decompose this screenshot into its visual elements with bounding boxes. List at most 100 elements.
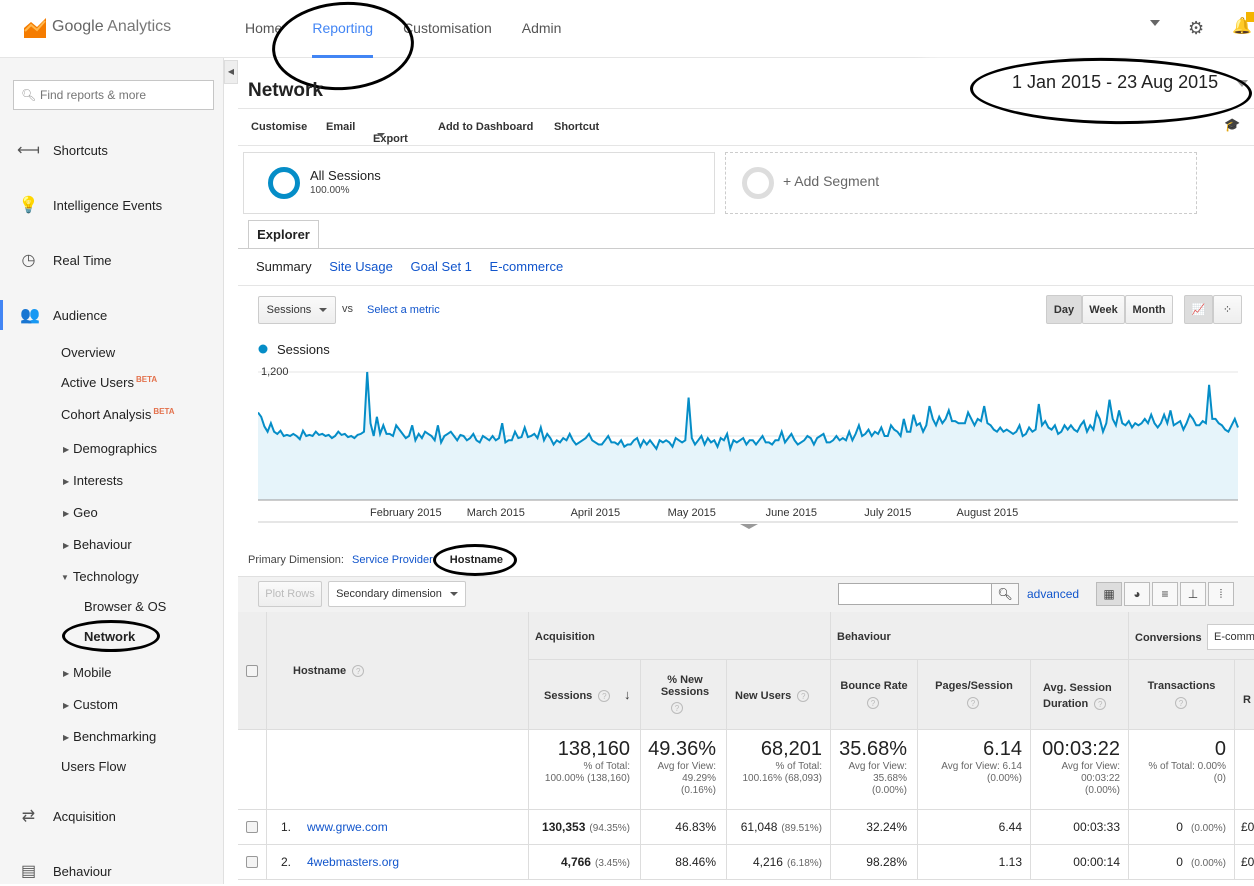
dimension-hostname[interactable]: Hostname xyxy=(450,554,503,566)
total-sub: 100.00% (138,160) xyxy=(544,773,630,784)
help-icon[interactable]: ? xyxy=(797,690,810,703)
sort-descending-arrow-icon[interactable]: ↓ xyxy=(624,687,631,702)
sidebar-sub-overview[interactable]: Overview xyxy=(61,345,115,360)
dimension-service-provider[interactable]: Service Provider xyxy=(352,554,433,566)
help-icon[interactable]: ? xyxy=(598,690,611,703)
help-icon[interactable]: ? xyxy=(671,702,683,714)
help-icon[interactable]: ? xyxy=(1094,698,1107,711)
sidebar-collapse-toggle[interactable]: ◀ xyxy=(224,60,238,84)
row-bounce-rate: 98.28% xyxy=(866,855,907,869)
subtab-summary[interactable]: Summary xyxy=(256,259,312,274)
line-chart-toggle[interactable]: 📈 xyxy=(1184,295,1213,324)
account-selector[interactable] xyxy=(930,12,1145,46)
explorer-subtabs: Summary Site Usage Goal Set 1 E-commerce xyxy=(256,259,577,274)
table-cell: 4,766 (3.45%) xyxy=(529,845,641,880)
help-icon[interactable]: ? xyxy=(967,697,979,709)
sidebar-item-real-time[interactable]: ◷ Real Time xyxy=(0,245,224,275)
header-bounce-rate[interactable]: Bounce Rate ? xyxy=(831,660,918,730)
date-range-picker[interactable]: 1 Jan 2015 - 23 Aug 2015 xyxy=(1012,72,1218,93)
sidebar-sub-geo[interactable]: ▶ Geo xyxy=(63,505,98,520)
help-icon[interactable]: ? xyxy=(867,697,879,709)
granularity-day[interactable]: Day xyxy=(1046,295,1082,324)
behaviour-layout-icon: ▤ xyxy=(20,863,37,880)
nav-home[interactable]: Home xyxy=(245,0,282,58)
sidebar-sub-active-users[interactable]: Active Users BETA xyxy=(61,375,157,390)
subtab-ecommerce[interactable]: E-commerce xyxy=(490,259,564,274)
header-new-users[interactable]: New Users? xyxy=(727,660,831,730)
header-new-sessions[interactable]: % New Sessions ? xyxy=(641,660,727,730)
nav-customisation[interactable]: Customisation xyxy=(403,0,492,58)
subtab-site-usage[interactable]: Site Usage xyxy=(329,259,393,274)
metric-select[interactable]: Sessions xyxy=(258,296,336,324)
google-analytics-logo[interactable]: Google Analytics xyxy=(24,16,171,38)
row-hostname-link[interactable]: 4webmasters.org xyxy=(307,855,399,869)
add-to-dashboard-button[interactable]: Add to Dashboard xyxy=(438,121,533,133)
select-all-checkbox[interactable] xyxy=(246,665,258,677)
sidebar-sub-behaviour[interactable]: ▶ Behaviour xyxy=(63,537,132,552)
account-caret-icon[interactable] xyxy=(1150,20,1160,26)
subtab-goal-set-1[interactable]: Goal Set 1 xyxy=(410,259,471,274)
view-performance-button[interactable]: ≡ xyxy=(1152,582,1178,606)
plot-rows-button[interactable]: Plot Rows xyxy=(258,581,322,607)
graduation-cap-icon[interactable]: 🎓 xyxy=(1224,117,1240,133)
sidebar-sub-label: Custom xyxy=(73,697,118,712)
sidebar-sub-users-flow[interactable]: Users Flow xyxy=(61,759,126,774)
secondary-dimension-select[interactable]: Secondary dimension xyxy=(328,581,466,607)
customise-button[interactable]: Customise xyxy=(251,121,307,133)
sidebar-item-shortcuts[interactable]: ⟻ Shortcuts xyxy=(0,135,224,165)
header-avg-session-duration[interactable]: Avg. Session Duration? xyxy=(1031,660,1129,730)
sidebar-sub-benchmarking[interactable]: ▶ Benchmarking xyxy=(63,729,156,744)
view-pivot-button[interactable]: ⦙ xyxy=(1208,582,1234,606)
header-hostname[interactable]: Hostname? xyxy=(267,612,529,730)
tab-explorer[interactable]: Explorer xyxy=(248,220,319,249)
sidebar-item-intelligence-events[interactable]: 💡 Intelligence Events xyxy=(0,190,224,220)
sidebar-sub-technology[interactable]: ▼ Technology xyxy=(61,569,139,584)
row-new-users-pct: (6.18%) xyxy=(786,858,822,869)
conversion-type-select[interactable]: E-comm xyxy=(1207,624,1254,650)
help-icon[interactable]: ? xyxy=(1175,697,1187,709)
sidebar-sub-network[interactable]: Network xyxy=(84,629,135,644)
shortcut-button[interactable]: Shortcut xyxy=(554,121,599,133)
select-metric-link[interactable]: Select a metric xyxy=(367,304,440,316)
view-pie-button[interactable]: ◕ xyxy=(1124,582,1150,606)
table-filter-search-button[interactable]: 🔍︎ xyxy=(991,583,1019,605)
report-search-input[interactable] xyxy=(38,87,208,103)
total-value: 00:03:22 xyxy=(1042,738,1120,760)
sidebar-item-acquisition[interactable]: ⇄ Acquisition xyxy=(0,801,224,831)
motion-chart-toggle[interactable]: ⁘ xyxy=(1213,295,1242,324)
add-segment-button[interactable]: + Add Segment xyxy=(725,152,1197,214)
help-icon[interactable]: ? xyxy=(352,665,365,678)
view-table-button[interactable]: ▦ xyxy=(1096,582,1122,606)
row-sessions-pct: (94.35%) xyxy=(589,823,630,834)
sidebar-sub-interests[interactable]: ▶ Interests xyxy=(63,473,123,488)
granularity-month[interactable]: Month xyxy=(1125,295,1173,324)
table-filter-input[interactable] xyxy=(838,583,992,605)
advanced-filter-link[interactable]: advanced xyxy=(1027,587,1079,601)
row-checkbox[interactable] xyxy=(246,856,258,868)
header-transactions[interactable]: Transactions ? xyxy=(1129,660,1235,730)
row-checkbox[interactable] xyxy=(246,821,258,833)
table-cell: 6.44 xyxy=(918,810,1031,845)
sidebar-sub-cohort[interactable]: Cohort Analysis BETA xyxy=(61,407,175,422)
nav-admin[interactable]: Admin xyxy=(522,0,562,58)
segment-all-sessions[interactable]: All Sessions 100.00% xyxy=(243,152,715,214)
sidebar-item-behaviour[interactable]: ▤ Behaviour xyxy=(0,856,224,886)
report-search[interactable]: 🔍︎ xyxy=(13,80,214,110)
header-pages-session[interactable]: Pages/Session ? xyxy=(918,660,1031,730)
legend-marker xyxy=(258,344,268,354)
row-hostname-link[interactable]: www.grwe.com xyxy=(307,820,388,834)
sidebar-sub-custom[interactable]: ▶ Custom xyxy=(63,697,118,712)
sidebar-item-audience[interactable]: 👥 Audience xyxy=(0,300,224,330)
nav-reporting[interactable]: Reporting xyxy=(312,0,373,58)
date-range-caret-icon[interactable] xyxy=(1236,80,1248,87)
sidebar-sub-browser-os[interactable]: Browser & OS xyxy=(84,599,166,614)
granularity-week[interactable]: Week xyxy=(1082,295,1125,324)
sidebar-sub-mobile[interactable]: ▶ Mobile xyxy=(63,665,111,680)
header-revenue[interactable]: R xyxy=(1235,660,1254,730)
email-button[interactable]: Email xyxy=(326,121,355,133)
header-sessions[interactable]: Sessions? ↓ xyxy=(529,660,641,730)
view-comparison-button[interactable]: ⊥ xyxy=(1180,582,1206,606)
sidebar-sub-demographics[interactable]: ▶ Demographics xyxy=(63,441,157,456)
row-new-users: 4,216 xyxy=(752,855,783,869)
gear-icon[interactable]: ⚙ xyxy=(1188,18,1204,39)
